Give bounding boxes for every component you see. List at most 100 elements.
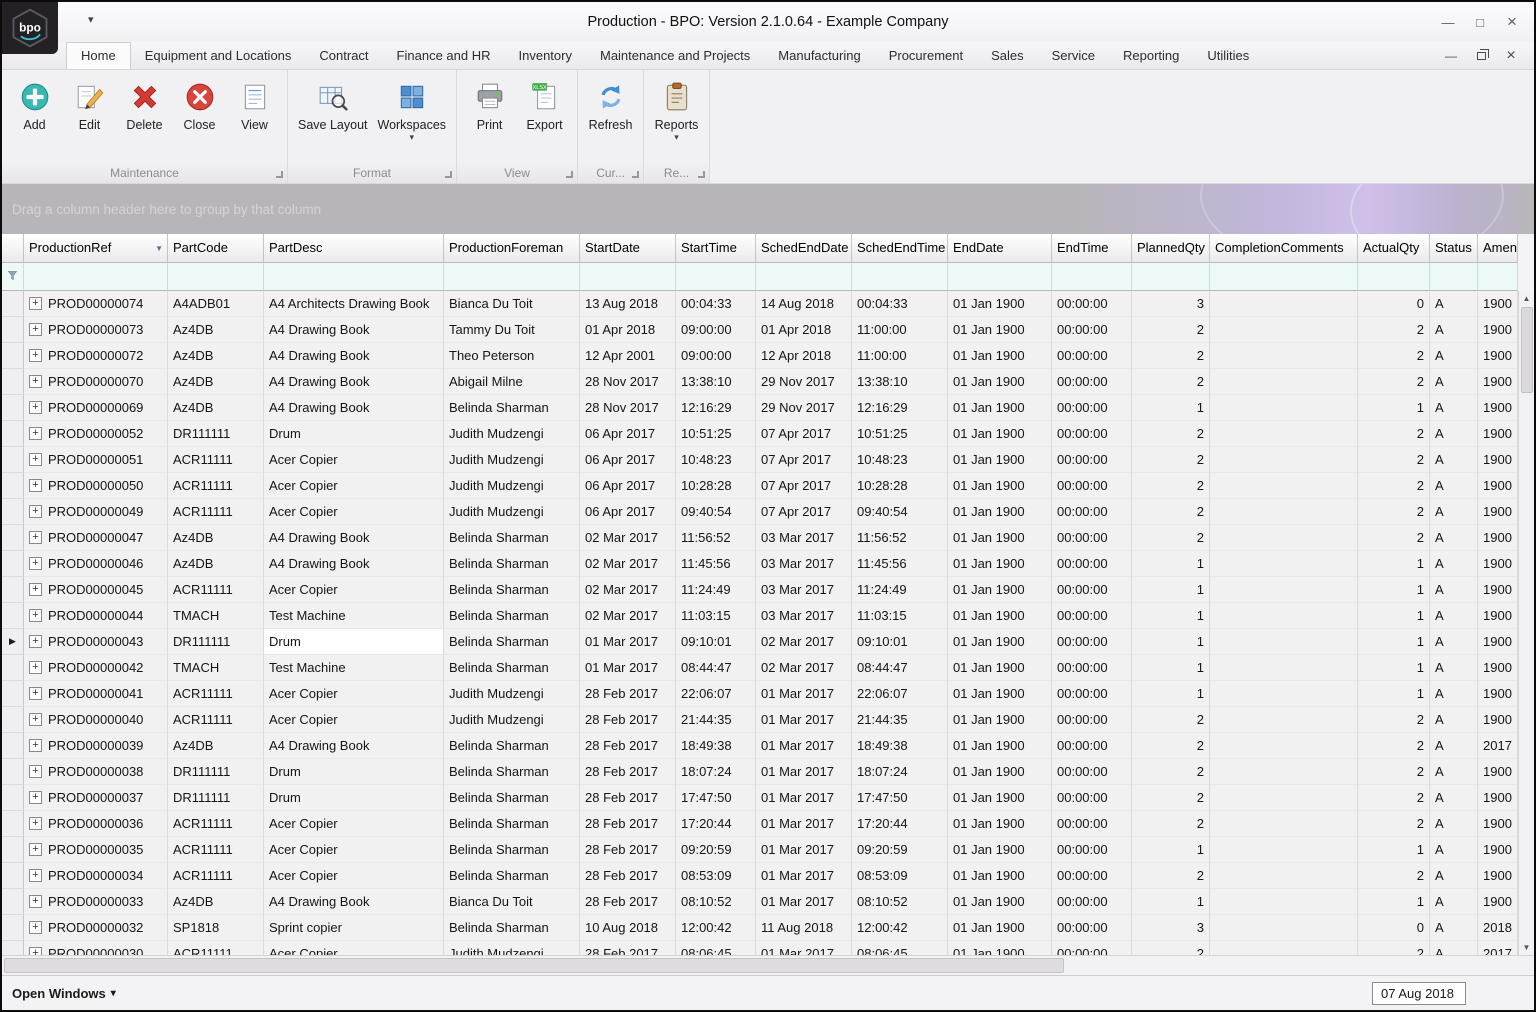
ribbon-button-edit[interactable]: Edit	[62, 72, 117, 163]
row-indicator[interactable]	[2, 811, 24, 837]
cell-partCode[interactable]: ACR11111	[168, 681, 264, 707]
cell-partCode[interactable]: Az4DB	[168, 889, 264, 915]
cell-schedEndDate[interactable]: 01 Mar 2017	[756, 733, 852, 759]
cell-status[interactable]: A	[1430, 681, 1478, 707]
cell-plannedQty[interactable]: 1	[1132, 577, 1210, 603]
cell-completionComments[interactable]	[1210, 395, 1358, 421]
cell-completionComments[interactable]	[1210, 707, 1358, 733]
filter-cell-startDate[interactable]	[580, 263, 676, 291]
cell-status[interactable]: A	[1430, 707, 1478, 733]
dialog-launcher-icon[interactable]	[445, 171, 452, 178]
cell-startTime[interactable]: 10:51:25	[676, 421, 756, 447]
cell-schedEndDate[interactable]: 11 Aug 2018	[756, 915, 852, 941]
cell-completionComments[interactable]	[1210, 889, 1358, 915]
cell-partDesc[interactable]: A4 Architects Drawing Book	[264, 291, 444, 317]
cell-foreman[interactable]: Belinda Sharman	[444, 655, 580, 681]
cell-actualQty[interactable]: 1	[1358, 681, 1430, 707]
cell-startTime[interactable]: 09:10:01	[676, 629, 756, 655]
cell-partCode[interactable]: ACR11111	[168, 707, 264, 733]
cell-endTime[interactable]: 00:00:00	[1052, 551, 1132, 577]
cell-endTime[interactable]: 00:00:00	[1052, 915, 1132, 941]
cell-plannedQty[interactable]: 3	[1132, 291, 1210, 317]
cell-endTime[interactable]: 00:00:00	[1052, 369, 1132, 395]
cell-amendDate[interactable]: 1900	[1478, 317, 1518, 343]
row-indicator[interactable]	[2, 785, 24, 811]
cell-startTime[interactable]: 13:38:10	[676, 369, 756, 395]
cell-ref[interactable]: +PROD00000039	[24, 733, 168, 759]
cell-plannedQty[interactable]: 2	[1132, 369, 1210, 395]
cell-status[interactable]: A	[1430, 655, 1478, 681]
row-indicator[interactable]	[2, 863, 24, 889]
tab-utilities[interactable]: Utilities	[1193, 43, 1263, 69]
expand-row-icon[interactable]: +	[29, 661, 42, 674]
cell-endDate[interactable]: 01 Jan 1900	[948, 889, 1052, 915]
cell-schedEndTime[interactable]: 12:16:29	[852, 395, 948, 421]
cell-status[interactable]: A	[1430, 759, 1478, 785]
cell-endTime[interactable]: 00:00:00	[1052, 811, 1132, 837]
filter-cell-startTime[interactable]	[676, 263, 756, 291]
cell-startTime[interactable]: 17:20:44	[676, 811, 756, 837]
cell-plannedQty[interactable]: 2	[1132, 863, 1210, 889]
column-header-partdesc[interactable]: PartDesc	[264, 234, 444, 263]
cell-plannedQty[interactable]: 2	[1132, 421, 1210, 447]
cell-foreman[interactable]: Judith Mudzengi	[444, 421, 580, 447]
expand-row-icon[interactable]: +	[29, 375, 42, 388]
cell-status[interactable]: A	[1430, 733, 1478, 759]
cell-schedEndDate[interactable]: 01 Mar 2017	[756, 759, 852, 785]
cell-endDate[interactable]: 01 Jan 1900	[948, 421, 1052, 447]
cell-partCode[interactable]: ACR11111	[168, 577, 264, 603]
cell-partDesc[interactable]: A4 Drawing Book	[264, 525, 444, 551]
row-indicator[interactable]	[2, 369, 24, 395]
cell-completionComments[interactable]	[1210, 629, 1358, 655]
cell-plannedQty[interactable]: 2	[1132, 447, 1210, 473]
cell-startDate[interactable]: 28 Feb 2017	[580, 863, 676, 889]
horizontal-scroll-thumb[interactable]	[4, 958, 1064, 973]
expand-row-icon[interactable]: +	[29, 895, 42, 908]
cell-actualQty[interactable]: 1	[1358, 629, 1430, 655]
cell-endTime[interactable]: 00:00:00	[1052, 785, 1132, 811]
cell-partDesc[interactable]: Test Machine	[264, 603, 444, 629]
cell-actualQty[interactable]: 1	[1358, 837, 1430, 863]
expand-row-icon[interactable]: +	[29, 323, 42, 336]
cell-partDesc[interactable]: Test Machine	[264, 655, 444, 681]
tab-service[interactable]: Service	[1038, 43, 1109, 69]
cell-startTime[interactable]: 18:07:24	[676, 759, 756, 785]
minimize-button[interactable]: —	[1432, 9, 1464, 35]
cell-startTime[interactable]: 08:10:52	[676, 889, 756, 915]
row-indicator[interactable]	[2, 941, 24, 955]
cell-schedEndDate[interactable]: 01 Mar 2017	[756, 785, 852, 811]
cell-ref[interactable]: +PROD00000044	[24, 603, 168, 629]
cell-partCode[interactable]: ACR11111	[168, 811, 264, 837]
cell-status[interactable]: A	[1430, 785, 1478, 811]
vertical-scroll-thumb[interactable]	[1521, 307, 1533, 393]
cell-partCode[interactable]: Az4DB	[168, 343, 264, 369]
row-indicator[interactable]	[2, 525, 24, 551]
cell-partDesc[interactable]: Acer Copier	[264, 837, 444, 863]
cell-endTime[interactable]: 00:00:00	[1052, 499, 1132, 525]
expand-row-icon[interactable]: +	[29, 791, 42, 804]
cell-completionComments[interactable]	[1210, 343, 1358, 369]
cell-ref[interactable]: +PROD00000040	[24, 707, 168, 733]
tab-sales[interactable]: Sales	[977, 43, 1038, 69]
ribbon-button-reports[interactable]: Reports▾	[649, 72, 704, 163]
row-indicator[interactable]	[2, 577, 24, 603]
cell-schedEndDate[interactable]: 01 Mar 2017	[756, 863, 852, 889]
cell-endDate[interactable]: 01 Jan 1900	[948, 473, 1052, 499]
cell-partCode[interactable]: Az4DB	[168, 551, 264, 577]
cell-endDate[interactable]: 01 Jan 1900	[948, 733, 1052, 759]
column-header-actualqty[interactable]: ActualQty	[1358, 234, 1430, 263]
cell-foreman[interactable]: Belinda Sharman	[444, 525, 580, 551]
cell-endDate[interactable]: 01 Jan 1900	[948, 551, 1052, 577]
cell-endTime[interactable]: 00:00:00	[1052, 655, 1132, 681]
cell-ref[interactable]: +PROD00000046	[24, 551, 168, 577]
cell-status[interactable]: A	[1430, 889, 1478, 915]
cell-actualQty[interactable]: 1	[1358, 603, 1430, 629]
cell-startDate[interactable]: 01 Mar 2017	[580, 629, 676, 655]
cell-endDate[interactable]: 01 Jan 1900	[948, 941, 1052, 955]
cell-startTime[interactable]: 09:20:59	[676, 837, 756, 863]
cell-completionComments[interactable]	[1210, 811, 1358, 837]
cell-actualQty[interactable]: 2	[1358, 421, 1430, 447]
cell-amendDate[interactable]: 1900	[1478, 811, 1518, 837]
cell-endDate[interactable]: 01 Jan 1900	[948, 499, 1052, 525]
cell-partDesc[interactable]: A4 Drawing Book	[264, 343, 444, 369]
